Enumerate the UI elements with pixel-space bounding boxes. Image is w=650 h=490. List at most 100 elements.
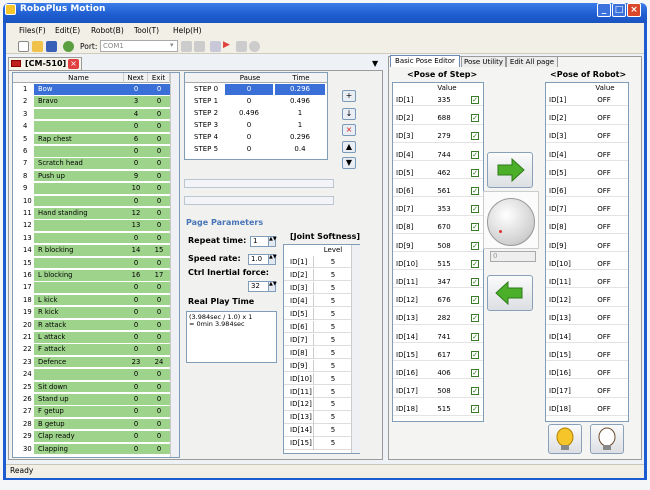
joint-value[interactable]: 508 (429, 240, 459, 252)
step-row[interactable]: STEP 2 0.496 1 (185, 108, 327, 119)
joint-checkbox[interactable]: ✓ (471, 241, 479, 250)
softness-level[interactable]: 5 (316, 424, 350, 436)
motion-list-row[interactable]: 19 R kick 0 0 (13, 307, 170, 318)
motion-list-row[interactable]: 28 B getup 0 0 (13, 418, 170, 430)
torque-on-button[interactable] (548, 424, 582, 454)
softness-row[interactable]: ID[1] 5 (284, 256, 351, 269)
pose-robot-row[interactable]: ID[4] OFF (546, 149, 628, 161)
step-row[interactable]: STEP 3 01 (185, 120, 327, 131)
joint-value[interactable]: OFF (582, 331, 626, 343)
joint-value[interactable]: OFF (582, 149, 626, 161)
save-icon[interactable] (46, 41, 57, 52)
dial-value-input[interactable]: 0 (490, 251, 536, 262)
softness-level[interactable]: 5 (316, 256, 350, 268)
pose-robot-row[interactable]: ID[11] OFF (546, 276, 628, 289)
send-to-robot-button[interactable] (487, 152, 533, 188)
joint-checkbox[interactable]: ✓ (471, 150, 479, 159)
pose-robot-row[interactable]: ID[7] OFF (546, 203, 628, 216)
motion-list-row[interactable]: 2 Bravo 3 0 (13, 96, 170, 107)
speed-rate-input[interactable]: 1.0 (248, 254, 270, 265)
motion-list-row[interactable]: 27 F getup 0 0 (13, 406, 170, 417)
softness-level[interactable]: 5 (316, 269, 350, 281)
delete-step-button[interactable]: × (342, 124, 356, 136)
softness-row[interactable]: ID[11] 5 (284, 385, 351, 398)
motion-list-row[interactable]: 14 R blocking 14 15 (13, 245, 170, 256)
joint-checkbox[interactable]: ✓ (471, 405, 479, 414)
pose-robot-row[interactable]: ID[5] OFF (546, 167, 628, 180)
pose-step-row[interactable]: ID[13] 282 ✓ (393, 312, 483, 325)
menu-help[interactable]: Help(H) (173, 26, 202, 35)
pose-step-row[interactable]: ID[3] 279 ✓ (393, 130, 483, 143)
step-pause[interactable]: 0 (225, 120, 273, 131)
close-tab-icon[interactable]: × (68, 59, 79, 69)
motion-list-row[interactable]: 16 L blocking 16 17 (13, 270, 170, 281)
joint-checkbox[interactable]: ✓ (471, 259, 479, 268)
pose-robot-row[interactable]: ID[3] OFF (546, 130, 628, 143)
softness-row[interactable]: ID[10] 5 (284, 372, 351, 385)
play-icon[interactable]: ▶ (223, 40, 230, 50)
step-row[interactable]: STEP 0 0 0.296 (185, 84, 327, 95)
minimize-button[interactable]: _ (597, 3, 611, 17)
speed-rate-spinner[interactable]: ▲▼ (268, 254, 277, 265)
softness-row[interactable]: ID[6] 5 (284, 320, 351, 334)
pose-robot-row[interactable]: ID[10] OFF (546, 258, 628, 271)
pose-step-row[interactable]: ID[17] 508 ✓ (393, 385, 483, 398)
step-time[interactable]: 0.4 (275, 144, 325, 155)
joint-checkbox[interactable]: ✓ (471, 369, 479, 377)
step-hscroll-1[interactable] (184, 179, 334, 188)
pose-robot-row[interactable]: ID[16] OFF (546, 367, 628, 380)
pose-step-row[interactable]: ID[10] 515 ✓ (393, 258, 483, 271)
pose-step-row[interactable]: ID[15] 617 ✓ (393, 349, 483, 362)
menu-edit[interactable]: Edit(E) (55, 26, 80, 35)
joint-value[interactable]: OFF (582, 130, 626, 142)
softness-level[interactable]: 5 (316, 334, 350, 346)
joint-value[interactable]: OFF (582, 94, 626, 106)
pose-step-row[interactable]: ID[1] 335 ✓ (393, 94, 483, 107)
motion-list-row[interactable]: 20 R attack 0 0 (13, 319, 170, 331)
joint-value[interactable]: 617 (429, 349, 459, 361)
softness-scrollbar[interactable] (351, 245, 360, 453)
softness-level[interactable]: 5 (316, 411, 350, 423)
softness-level[interactable]: 5 (316, 437, 350, 449)
joint-checkbox[interactable]: ✓ (471, 132, 479, 141)
pose-step-row[interactable]: ID[6] 561 ✓ (393, 185, 483, 198)
joint-value[interactable]: OFF (582, 221, 626, 233)
joint-value[interactable]: 670 (429, 221, 459, 233)
joint-checkbox[interactable]: ✓ (471, 387, 479, 396)
joint-value[interactable]: 335 (429, 94, 459, 106)
pose-robot-row[interactable]: ID[14] OFF (546, 331, 628, 343)
softness-level[interactable]: 5 (316, 373, 350, 385)
tab-edit-all-page[interactable]: Edit All page (506, 56, 558, 67)
new-file-icon[interactable] (18, 41, 29, 52)
step-time[interactable]: 1 (275, 120, 325, 131)
motion-list-row[interactable]: 23 Defence 23 24 (13, 356, 170, 368)
softness-row[interactable]: ID[15] 5 (284, 437, 351, 450)
joint-checkbox[interactable]: ✓ (471, 96, 479, 104)
joint-value[interactable]: OFF (582, 349, 626, 361)
softness-row[interactable]: ID[4] 5 (284, 294, 351, 308)
motion-list-row[interactable]: 29 Clap ready 0 0 (13, 431, 170, 442)
joint-value[interactable]: OFF (582, 258, 626, 270)
pose-step-row[interactable]: ID[12] 676 ✓ (393, 294, 483, 307)
disconnect-icon[interactable] (194, 41, 205, 52)
softness-row[interactable]: ID[12] 5 (284, 398, 351, 411)
joint-checkbox[interactable]: ✓ (471, 332, 479, 341)
softness-row[interactable]: ID[14] 5 (284, 424, 351, 437)
joint-value[interactable]: OFF (582, 276, 626, 288)
step-pause[interactable]: 0 (225, 132, 273, 143)
softness-level[interactable]: 5 (316, 360, 350, 372)
joint-value[interactable]: 279 (429, 130, 459, 142)
repeat-time-spinner[interactable]: ▲▼ (268, 236, 277, 247)
softness-row[interactable]: ID[3] 5 (284, 281, 351, 295)
motion-list-row[interactable]: 25 Sit down 0 0 (13, 381, 170, 393)
step-time[interactable]: 0.296 (275, 84, 325, 95)
tab-pose-utility[interactable]: Pose Utility (461, 56, 506, 67)
joint-checkbox[interactable]: ✓ (471, 114, 479, 123)
pose-robot-row[interactable]: ID[15] OFF (546, 349, 628, 362)
joint-value[interactable]: 347 (429, 276, 459, 288)
joint-value[interactable]: 515 (429, 403, 459, 415)
download-icon[interactable] (210, 41, 221, 52)
motion-list-row[interactable]: 21 L attack 0 0 (13, 332, 170, 343)
pose-step-row[interactable]: ID[5] 462 ✓ (393, 167, 483, 180)
pose-robot-row[interactable]: ID[1] OFF (546, 94, 628, 107)
